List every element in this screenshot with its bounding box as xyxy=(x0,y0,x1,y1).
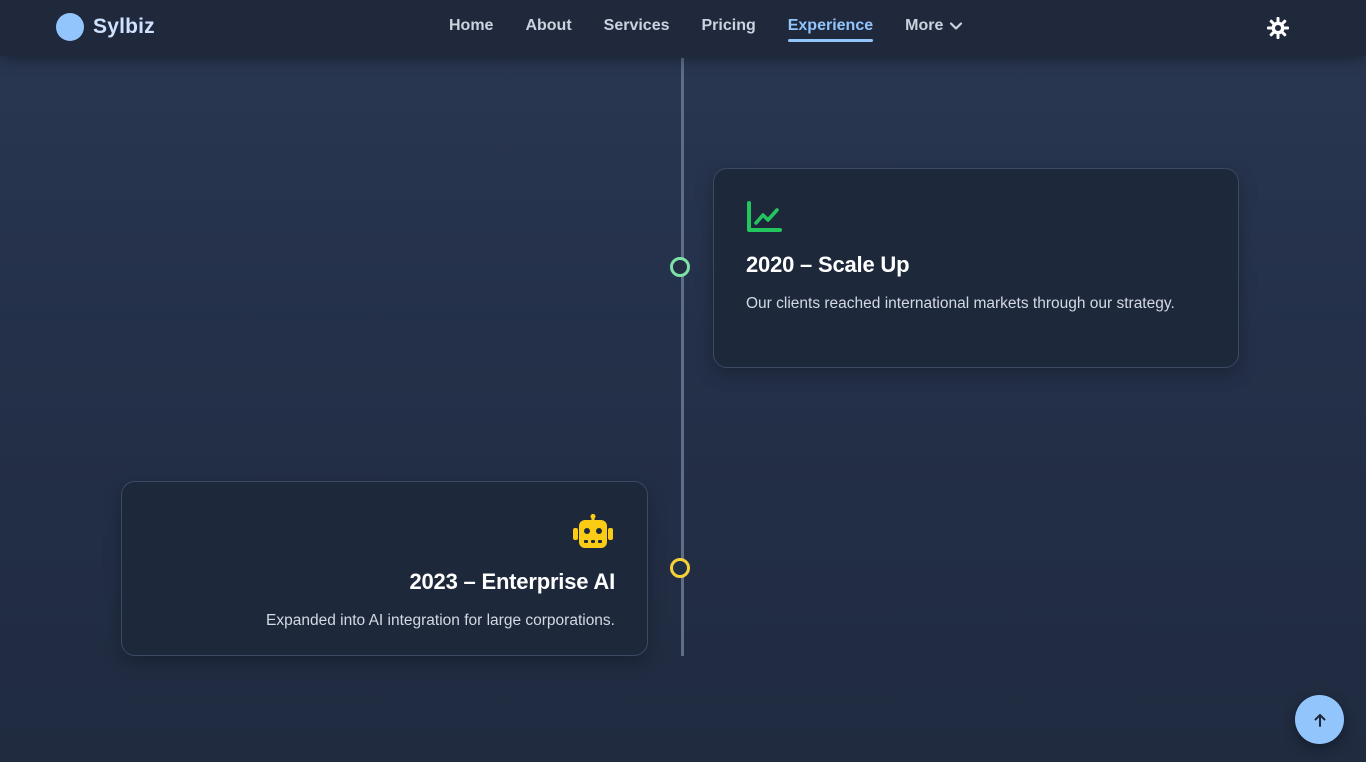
page: Sylbiz Home About Services Pricing Exper… xyxy=(0,0,1366,762)
nav-home[interactable]: Home xyxy=(449,16,493,36)
robot-icon xyxy=(571,514,615,555)
timeline-node-2023 xyxy=(670,558,690,578)
nav-more-dropdown[interactable]: More xyxy=(905,16,963,36)
theme-toggle-button[interactable] xyxy=(1266,16,1290,40)
timeline-card-description: Expanded into AI integration for large c… xyxy=(266,612,615,629)
timeline-card-title: 2023 – Enterprise AI xyxy=(409,569,615,594)
nav-experience[interactable]: Experience xyxy=(787,16,874,42)
timeline-card-title: 2020 – Scale Up xyxy=(746,252,910,277)
chart-line-icon xyxy=(746,201,782,238)
brand-logo[interactable]: Sylbiz xyxy=(56,13,155,41)
sun-icon xyxy=(1267,17,1289,39)
nav-services[interactable]: Services xyxy=(604,16,670,36)
timeline-card-description: Our clients reached international market… xyxy=(746,295,1175,312)
brand-name: Sylbiz xyxy=(93,15,155,38)
scroll-to-top-button[interactable] xyxy=(1295,695,1344,744)
nav-pricing[interactable]: Pricing xyxy=(702,16,756,36)
arrow-up-icon xyxy=(1314,713,1325,727)
navbar: Sylbiz Home About Services Pricing Exper… xyxy=(0,0,1366,56)
timeline-card-2023: 2023 – Enterprise AI Expanded into AI in… xyxy=(121,481,648,656)
timeline-node-2020 xyxy=(670,257,690,277)
chevron-down-icon xyxy=(950,22,963,30)
logo-circle-icon xyxy=(56,13,84,41)
nav-more-label: More xyxy=(905,17,944,34)
main-nav: Home About Services Pricing Experience M… xyxy=(449,16,995,42)
timeline-card-2020: 2020 – Scale Up Our clients reached inte… xyxy=(713,168,1239,368)
nav-about[interactable]: About xyxy=(525,16,571,36)
